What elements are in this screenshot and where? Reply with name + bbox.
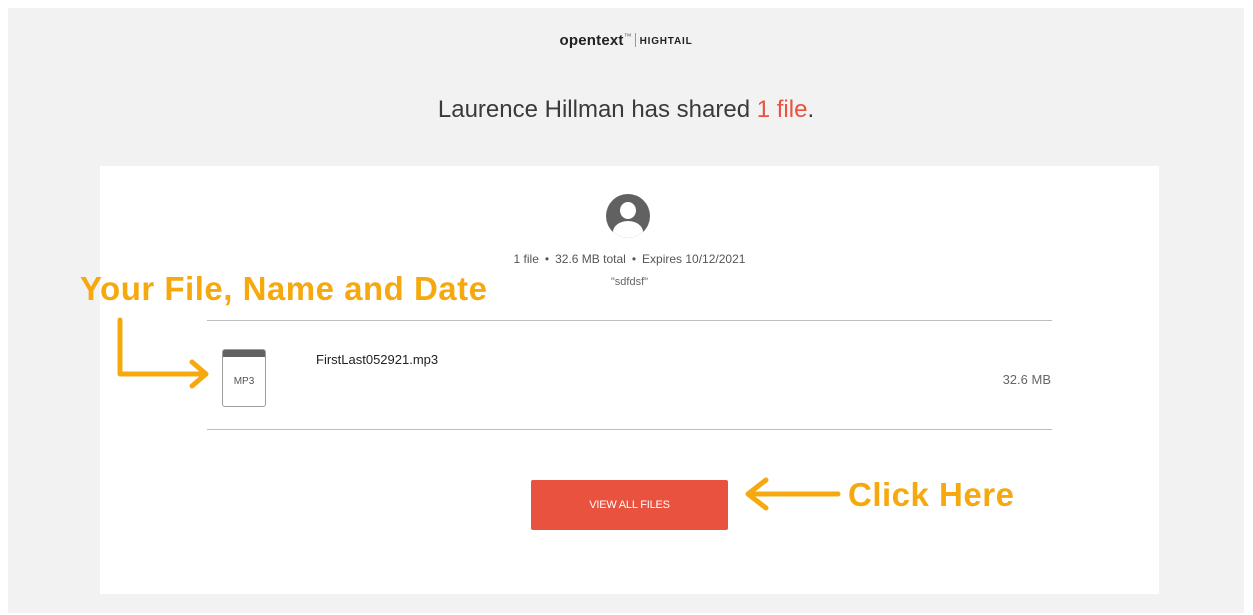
left-arrow-icon xyxy=(745,477,841,511)
elbow-arrow-icon xyxy=(117,317,209,389)
annotation-arrows xyxy=(117,317,841,511)
